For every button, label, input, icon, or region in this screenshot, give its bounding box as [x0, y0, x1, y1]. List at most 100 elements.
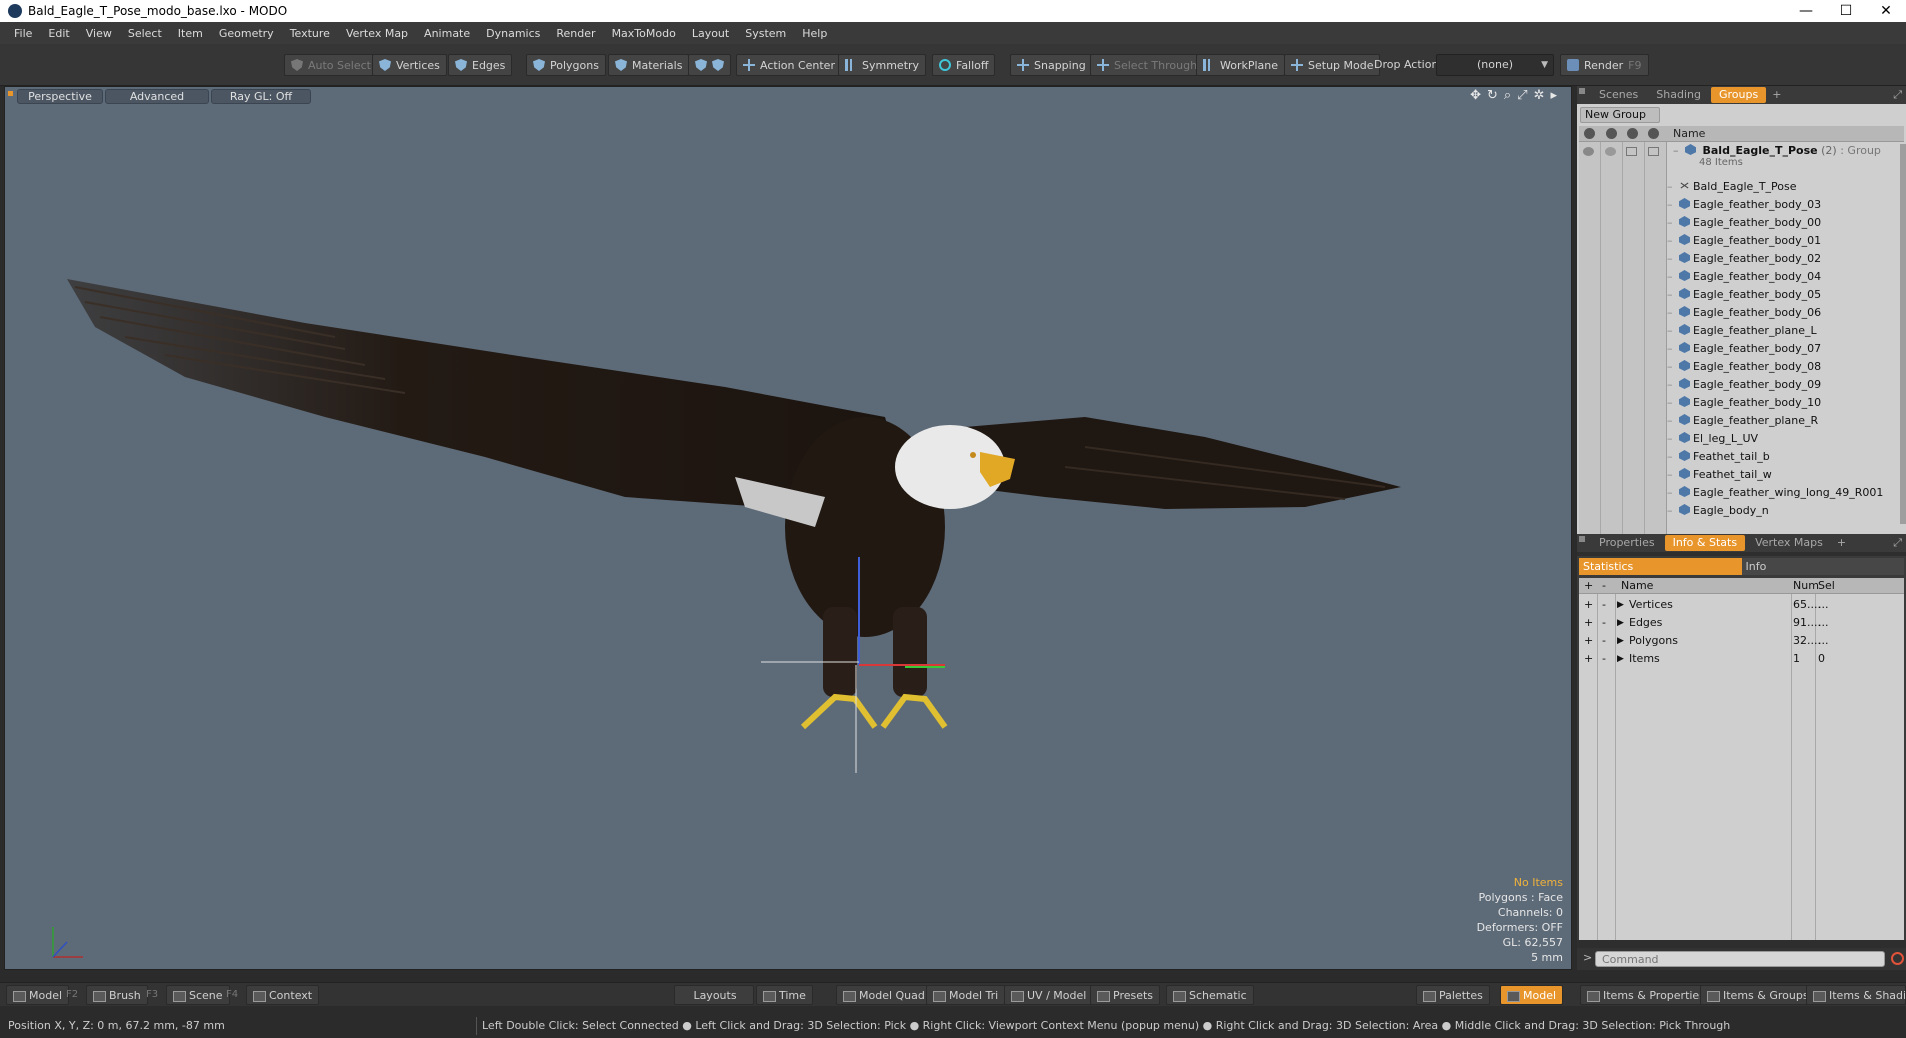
- items-shading-tab[interactable]: Items & Shading: [1806, 985, 1906, 1005]
- time-tab[interactable]: Time: [756, 985, 813, 1005]
- edges-button[interactable]: Edges: [448, 54, 513, 76]
- list-item[interactable]: – Eagle_feather_body_05: [1667, 286, 1904, 304]
- move-icon[interactable]: ✥: [1470, 88, 1481, 103]
- new-group-button[interactable]: New Group: [1580, 107, 1660, 123]
- select-mode-toggle[interactable]: [688, 54, 731, 76]
- setup-mode-button[interactable]: Setup Mode: [1284, 54, 1381, 76]
- scene-tab[interactable]: Scene: [166, 985, 230, 1005]
- menu-layout[interactable]: Layout: [684, 27, 737, 40]
- command-input[interactable]: [1595, 951, 1885, 967]
- tab-shading[interactable]: Shading: [1648, 87, 1709, 103]
- tab-properties[interactable]: Properties: [1591, 535, 1663, 551]
- rotate-icon[interactable]: ↻: [1487, 88, 1498, 103]
- vertices-button[interactable]: Vertices: [372, 54, 447, 76]
- groups-scrollbar[interactable]: [1900, 144, 1906, 524]
- tab-groups[interactable]: Groups: [1710, 87, 1767, 103]
- list-item[interactable]: – Eagle_feather_plane_L: [1667, 322, 1904, 340]
- polygons-button[interactable]: Polygons: [526, 54, 606, 76]
- fit-icon[interactable]: ⤢: [1517, 88, 1527, 103]
- tab-info[interactable]: Info: [1741, 558, 1904, 575]
- model-tab[interactable]: Model: [6, 985, 70, 1005]
- model-layout-active-tab[interactable]: Model: [1500, 985, 1564, 1005]
- menu-vertex-map[interactable]: Vertex Map: [338, 27, 416, 40]
- table-row[interactable]: + - ▶ Items 1 0: [1579, 650, 1904, 668]
- tab-scenes[interactable]: Scenes: [1591, 87, 1646, 103]
- render-button[interactable]: Render F9: [1560, 54, 1649, 76]
- schematic-tab[interactable]: Schematic: [1166, 985, 1254, 1005]
- menu-texture[interactable]: Texture: [282, 27, 338, 40]
- tab-statistics[interactable]: Statistics: [1579, 558, 1742, 575]
- materials-button[interactable]: Materials: [608, 54, 690, 76]
- list-item[interactable]: – Eagle_feather_body_04: [1667, 268, 1904, 286]
- auto-select-button[interactable]: Auto Select: [284, 54, 378, 76]
- list-item[interactable]: – El_leg_L_UV: [1667, 430, 1904, 448]
- menu-view[interactable]: View: [78, 27, 120, 40]
- presets-tab[interactable]: Presets: [1090, 985, 1161, 1005]
- add-selection-icon[interactable]: +: [1584, 650, 1593, 668]
- workplane-button[interactable]: WorkPlane: [1196, 54, 1286, 76]
- items-groups-tab[interactable]: Items & Groups: [1700, 985, 1816, 1005]
- advanced-tab[interactable]: Advanced: [105, 89, 209, 104]
- drop-action-dropdown[interactable]: (none) ▼: [1436, 54, 1554, 76]
- list-item[interactable]: – Eagle_feather_body_03: [1667, 196, 1904, 214]
- select-through-button[interactable]: Select Through: [1090, 54, 1205, 76]
- add-tab-icon[interactable]: +: [1768, 87, 1785, 103]
- table-row[interactable]: + - ▶ Vertices 65.... ...: [1579, 596, 1904, 614]
- expand-arrow-icon[interactable]: ▶: [1617, 614, 1624, 632]
- collapse-icon[interactable]: –: [1673, 144, 1679, 157]
- list-item[interactable]: – Eagle_feather_body_07: [1667, 340, 1904, 358]
- perspective-tab[interactable]: Perspective: [17, 89, 103, 104]
- list-item[interactable]: – Eagle_feather_body_09: [1667, 376, 1904, 394]
- maximize-button[interactable]: ☐: [1826, 0, 1866, 22]
- menu-file[interactable]: File: [6, 27, 40, 40]
- menu-dynamics[interactable]: Dynamics: [478, 27, 548, 40]
- render-toggle-icon[interactable]: [1605, 147, 1616, 156]
- action-center-button[interactable]: Action Center: [736, 54, 842, 76]
- expand-arrow-icon[interactable]: ▶: [1617, 596, 1624, 614]
- menu-help[interactable]: Help: [794, 27, 835, 40]
- list-item[interactable]: – Eagle_feather_body_02: [1667, 250, 1904, 268]
- chevron-right-icon[interactable]: ▸: [1550, 88, 1557, 103]
- zoom-icon[interactable]: ⌕: [1504, 88, 1511, 103]
- minimize-button[interactable]: —: [1786, 0, 1826, 22]
- expand-arrow-icon[interactable]: ▶: [1617, 632, 1624, 650]
- snapping-button[interactable]: Snapping: [1010, 54, 1093, 76]
- 3d-viewport[interactable]: Perspective Advanced Ray GL: Off ✥ ↻ ⌕ ⤢…: [4, 86, 1572, 970]
- list-item[interactable]: – Eagle_feather_wing_long_49_R001: [1667, 484, 1904, 502]
- palettes-tab[interactable]: Palettes: [1416, 985, 1490, 1005]
- tab-info-stats[interactable]: Info & Stats: [1664, 535, 1746, 551]
- model-quad-tab[interactable]: Model Quad: [836, 985, 932, 1005]
- remove-selection-icon[interactable]: -: [1602, 614, 1606, 632]
- menu-animate[interactable]: Animate: [416, 27, 478, 40]
- menu-geometry[interactable]: Geometry: [211, 27, 282, 40]
- layouts-tab[interactable]: Layouts: [674, 985, 754, 1005]
- lock-checkbox[interactable]: [1626, 147, 1637, 156]
- tab-vertex-maps[interactable]: Vertex Maps: [1747, 535, 1831, 551]
- remove-selection-icon[interactable]: -: [1602, 596, 1606, 614]
- list-item[interactable]: – Eagle_feather_body_00: [1667, 214, 1904, 232]
- menu-item[interactable]: Item: [170, 27, 211, 40]
- expand-panel-icon[interactable]: ⤢: [1893, 536, 1902, 550]
- select-checkbox[interactable]: [1648, 147, 1659, 156]
- list-item[interactable]: – Eagle_body_n: [1667, 502, 1904, 520]
- remove-selection-icon[interactable]: -: [1602, 632, 1606, 650]
- list-item[interactable]: – Feathet_tail_w: [1667, 466, 1904, 484]
- expand-panel-icon[interactable]: ⤢: [1893, 88, 1902, 102]
- list-item[interactable]: – Bald_Eagle_T_Pose: [1667, 178, 1904, 196]
- uv-model-tab[interactable]: UV / Model: [1004, 985, 1094, 1005]
- add-selection-icon[interactable]: +: [1584, 632, 1593, 650]
- add-selection-icon[interactable]: +: [1584, 596, 1593, 614]
- context-tab[interactable]: Context: [246, 985, 320, 1005]
- expand-arrow-icon[interactable]: ▶: [1617, 650, 1624, 668]
- table-row[interactable]: + - ▶ Polygons 32.... ...: [1579, 632, 1904, 650]
- list-item[interactable]: – Eagle_feather_plane_R: [1667, 412, 1904, 430]
- table-row[interactable]: + - ▶ Edges 91.... ...: [1579, 614, 1904, 632]
- list-item[interactable]: – Eagle_feather_body_06: [1667, 304, 1904, 322]
- menu-edit[interactable]: Edit: [40, 27, 77, 40]
- items-properties-tab[interactable]: Items & Properties: [1580, 985, 1712, 1005]
- gear-icon[interactable]: ✲: [1534, 88, 1545, 103]
- falloff-button[interactable]: Falloff: [932, 54, 996, 76]
- list-item[interactable]: – Eagle_feather_body_01: [1667, 232, 1904, 250]
- group-root-row[interactable]: – Bald_Eagle_T_Pose (2) : Group 48 Items: [1673, 144, 1903, 174]
- command-history-icon[interactable]: [1891, 952, 1904, 965]
